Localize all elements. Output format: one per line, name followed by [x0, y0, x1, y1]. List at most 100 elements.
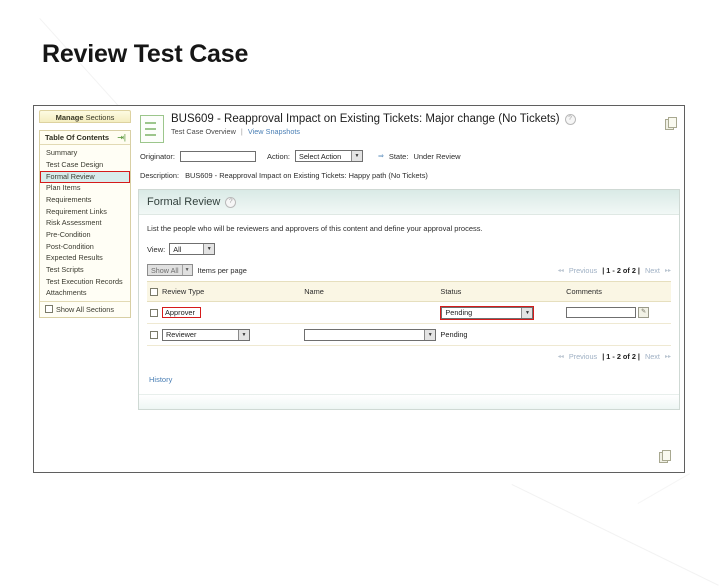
review-type-select-value: Reviewer: [166, 330, 197, 339]
table-toolbar: Show All ▼ Items per page ◂◂ Previous | …: [147, 264, 671, 281]
state-value: Under Review: [413, 151, 461, 161]
sidebar-item-summary[interactable]: Summary: [40, 148, 130, 160]
subnav-current: Test Case Overview: [171, 127, 236, 136]
manage-sections-label-thin: Sections: [85, 113, 115, 122]
collapse-panel-icon[interactable]: ⇥|: [117, 133, 126, 142]
column-header-status: Status: [440, 281, 567, 302]
main-content: BUS609 - Reapproval Impact on Existing T…: [138, 110, 680, 468]
comments-input[interactable]: [566, 307, 637, 318]
chevron-down-icon: ▼: [424, 330, 436, 340]
cell-status: Pending ▼: [440, 301, 567, 324]
pager-next[interactable]: Next: [645, 352, 660, 361]
subnav-separator: |: [240, 127, 243, 136]
decor-line-bottom-a: [511, 484, 719, 586]
cell-name: [304, 301, 441, 324]
state-arrow-icon: ⇒: [377, 153, 384, 160]
view-select-value: All: [173, 244, 182, 254]
pager-bottom-wrap: ◂◂ Previous | 1 - 2 of 2 | Next ▸▸: [147, 352, 671, 363]
formal-review-body: List the people who will be reviewers an…: [139, 215, 679, 394]
originator-input[interactable]: [180, 150, 257, 162]
pager-first-icon[interactable]: ◂◂: [558, 267, 564, 274]
description-label: Description:: [140, 171, 180, 180]
sidebar-item-test-case-design[interactable]: Test Case Design: [40, 160, 130, 172]
edit-pencil-icon[interactable]: ✎: [638, 307, 650, 318]
pager-previous[interactable]: Previous: [569, 352, 597, 361]
view-select[interactable]: All ▼: [169, 243, 216, 255]
column-header-review-type-label: Review Type: [162, 287, 205, 296]
show-all-sections-label: Show All Sections: [56, 304, 115, 314]
sidebar-item-expected-results[interactable]: Expected Results: [40, 253, 130, 265]
name-select[interactable]: ▼: [304, 329, 437, 341]
sidebar-item-test-scripts[interactable]: Test Scripts: [40, 265, 130, 277]
help-icon[interactable]: ?: [564, 113, 576, 125]
toc-header-label: Table Of Contents: [45, 133, 110, 142]
chevron-down-icon: ▼: [350, 151, 362, 161]
toc-list: Summary Test Case Design Formal Review P…: [40, 145, 130, 301]
sidebar-item-risk-assessment[interactable]: Risk Assessment: [40, 218, 130, 230]
copy-icon-top[interactable]: [665, 117, 677, 130]
pager-bottom: ◂◂ Previous | 1 - 2 of 2 | Next ▸▸: [558, 352, 671, 361]
column-header-name: Name: [304, 281, 441, 302]
formal-review-title: Formal Review: [147, 196, 221, 208]
copy-icon-bottom[interactable]: [659, 450, 671, 463]
chevron-down-icon: ▼: [238, 329, 249, 340]
chevron-down-icon: ▼: [521, 307, 533, 318]
pager-last-icon[interactable]: ▸▸: [665, 267, 671, 274]
cell-status: Pending: [440, 323, 567, 346]
page-title: Review Test Case: [42, 40, 249, 68]
view-filter-row: View: All ▼: [147, 243, 671, 255]
sidebar-item-plan-items[interactable]: Plan Items: [40, 183, 130, 195]
sidebar-item-attachments[interactable]: Attachments: [40, 287, 130, 299]
toc-header: Table Of Contents ⇥|: [40, 131, 130, 145]
select-all-checkbox[interactable]: [150, 287, 158, 296]
chevron-down-icon: ▼: [181, 265, 192, 275]
row-checkbox[interactable]: [150, 330, 158, 339]
action-label: Action:: [267, 151, 290, 161]
status-select-value: Pending: [445, 308, 473, 317]
cell-comments: ✎: [566, 301, 671, 324]
manage-sections-tab[interactable]: Manage Sections: [39, 110, 131, 123]
sidebar-item-pre-condition[interactable]: Pre-Condition: [40, 230, 130, 242]
sidebar-item-requirement-links[interactable]: Requirement Links: [40, 206, 130, 218]
history-link[interactable]: History: [147, 375, 671, 394]
cell-review-type: Approver: [147, 301, 305, 324]
sidebar-item-formal-review[interactable]: Formal Review: [40, 171, 130, 184]
show-all-button[interactable]: Show All ▼: [147, 264, 193, 276]
document-title-row: BUS609 - Reapproval Impact on Existing T…: [171, 113, 665, 125]
sidebar-item-post-condition[interactable]: Post-Condition: [40, 241, 130, 253]
action-select[interactable]: Select Action ▼: [294, 150, 363, 162]
table-row[interactable]: Approver Pending ▼ ✎: [147, 301, 671, 324]
pager-next[interactable]: Next: [645, 266, 660, 275]
pager-count: | 1 - 2 of 2 |: [602, 352, 640, 361]
show-all-sections-checkbox[interactable]: [45, 305, 53, 314]
table-header-row: Review Type Name Status Comments: [147, 281, 671, 302]
show-all-sections-row[interactable]: Show All Sections: [40, 300, 130, 317]
manage-sections-label-bold: Manage: [55, 113, 84, 122]
sidebar-item-test-execution-records[interactable]: Test Execution Records: [40, 276, 130, 287]
document-title: BUS609 - Reapproval Impact on Existing T…: [171, 113, 560, 125]
review-type-select[interactable]: Reviewer ▼: [162, 328, 250, 341]
formal-review-panel: Formal Review ? List the people who will…: [138, 189, 680, 410]
cell-comments: [566, 323, 671, 346]
panel-help-icon[interactable]: ?: [225, 196, 237, 208]
cell-name: ▼: [304, 323, 441, 346]
pager-previous[interactable]: Previous: [569, 266, 597, 275]
pager-last-icon[interactable]: ▸▸: [665, 353, 671, 360]
view-snapshots-link[interactable]: View Snapshots: [248, 127, 300, 136]
sidebar-item-requirements[interactable]: Requirements: [40, 195, 130, 207]
document-subnav: Test Case Overview | View Snapshots: [171, 127, 665, 136]
column-header-review-type: Review Type: [147, 281, 305, 302]
table-row[interactable]: Reviewer ▼ ▼ Pending: [147, 323, 671, 346]
review-type-value: Approver: [162, 307, 201, 318]
pager-count: | 1 - 2 of 2 |: [602, 265, 640, 275]
pager-top: ◂◂ Previous | 1 - 2 of 2 | Next ▸▸: [558, 266, 671, 275]
items-per-page-label: Items per page: [197, 265, 247, 275]
row-checkbox[interactable]: [150, 308, 158, 317]
document-meta-row: Originator: Action: Select Action ▼ ⇒ St…: [140, 150, 680, 162]
pager-first-icon[interactable]: ◂◂: [558, 353, 564, 360]
document-header: BUS609 - Reapproval Impact on Existing T…: [138, 110, 680, 143]
column-header-comments: Comments: [566, 281, 671, 302]
document-title-block: BUS609 - Reapproval Impact on Existing T…: [171, 113, 665, 136]
document-icon: [140, 115, 164, 143]
status-select[interactable]: Pending ▼: [441, 306, 534, 319]
